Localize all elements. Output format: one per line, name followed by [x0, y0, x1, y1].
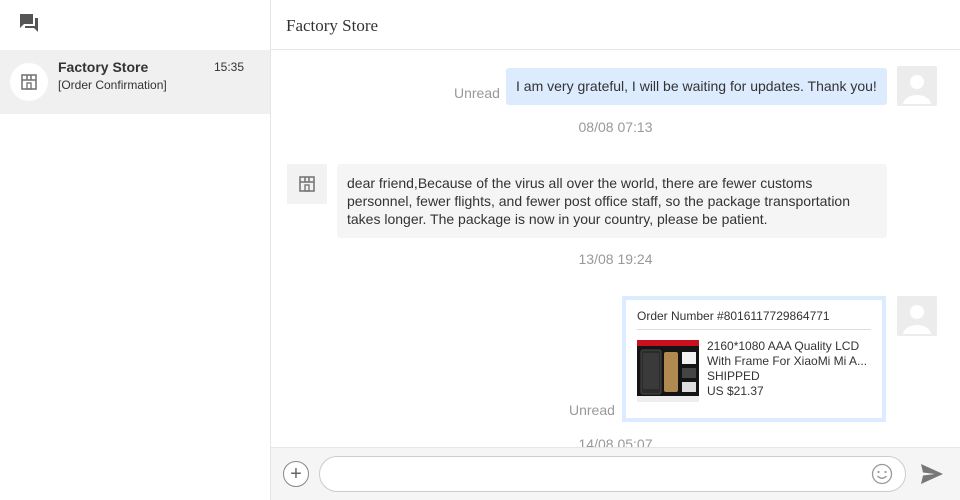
- order-card[interactable]: Order Number #8016117729864771 2160*1080…: [622, 296, 886, 422]
- user-avatar: [897, 66, 937, 106]
- message-line: personnel, fewer flights, and fewer post…: [347, 193, 851, 209]
- emoji-icon[interactable]: [871, 463, 893, 485]
- product-title: With Frame For XiaoMi Mi A...: [707, 354, 868, 368]
- order-info: 2160*1080 AAA Quality LCD With Frame For…: [707, 339, 872, 399]
- message-list[interactable]: Unread I am very grateful, I will be wai…: [271, 50, 960, 447]
- messenger-app: Factory Store 15:35 [Order Confirmation]…: [0, 0, 960, 500]
- plus-icon[interactable]: +: [283, 461, 309, 487]
- chat-icon[interactable]: [19, 13, 39, 33]
- product-thumbnail[interactable]: [637, 340, 699, 402]
- store-avatar: [10, 63, 48, 101]
- chat-header: Factory Store: [271, 0, 960, 50]
- incoming-message: dear friend,Because of the virus all ove…: [337, 164, 887, 238]
- conversation-item-factory-store[interactable]: Factory Store 15:35 [Order Confirmation]: [0, 50, 270, 114]
- message-composer: +: [271, 447, 960, 500]
- order-status: SHIPPED: [707, 369, 760, 383]
- divider: [637, 329, 871, 330]
- read-status: Unread: [454, 85, 500, 101]
- conversation-preview: [Order Confirmation]: [58, 78, 167, 92]
- conversation-sidebar: Factory Store 15:35 [Order Confirmation]: [0, 0, 271, 500]
- user-placeholder-icon: [897, 296, 937, 336]
- order-price: US $21.37: [707, 384, 764, 398]
- user-placeholder-icon: [897, 66, 937, 106]
- store-icon: [21, 74, 37, 90]
- product-title: 2160*1080 AAA Quality LCD: [707, 339, 860, 353]
- store-avatar: [287, 164, 327, 204]
- send-icon[interactable]: [920, 463, 944, 485]
- timestamp: 14/08 05:07: [578, 436, 653, 447]
- store-icon: [299, 176, 315, 192]
- message-line: dear friend,Because of the virus all ove…: [347, 175, 813, 191]
- order-number: Order Number #8016117729864771: [637, 309, 830, 323]
- sidebar-header: [0, 0, 270, 50]
- read-status: Unread: [569, 402, 615, 418]
- product-image: [637, 340, 699, 402]
- user-avatar: [897, 296, 937, 336]
- chat-title: Factory Store: [286, 16, 379, 35]
- conversation-time: 15:35: [213, 60, 244, 74]
- message-line: takes longer. The package is now in your…: [347, 211, 768, 227]
- timestamp: 13/08 19:24: [578, 251, 653, 267]
- outgoing-message: I am very grateful, I will be waiting fo…: [506, 68, 887, 105]
- conversation-name: Factory Store: [58, 59, 149, 75]
- chat-panel: Factory Store Unread I am very grateful,…: [271, 0, 960, 500]
- timestamp: 08/08 07:13: [578, 119, 653, 135]
- message-input[interactable]: [319, 456, 906, 492]
